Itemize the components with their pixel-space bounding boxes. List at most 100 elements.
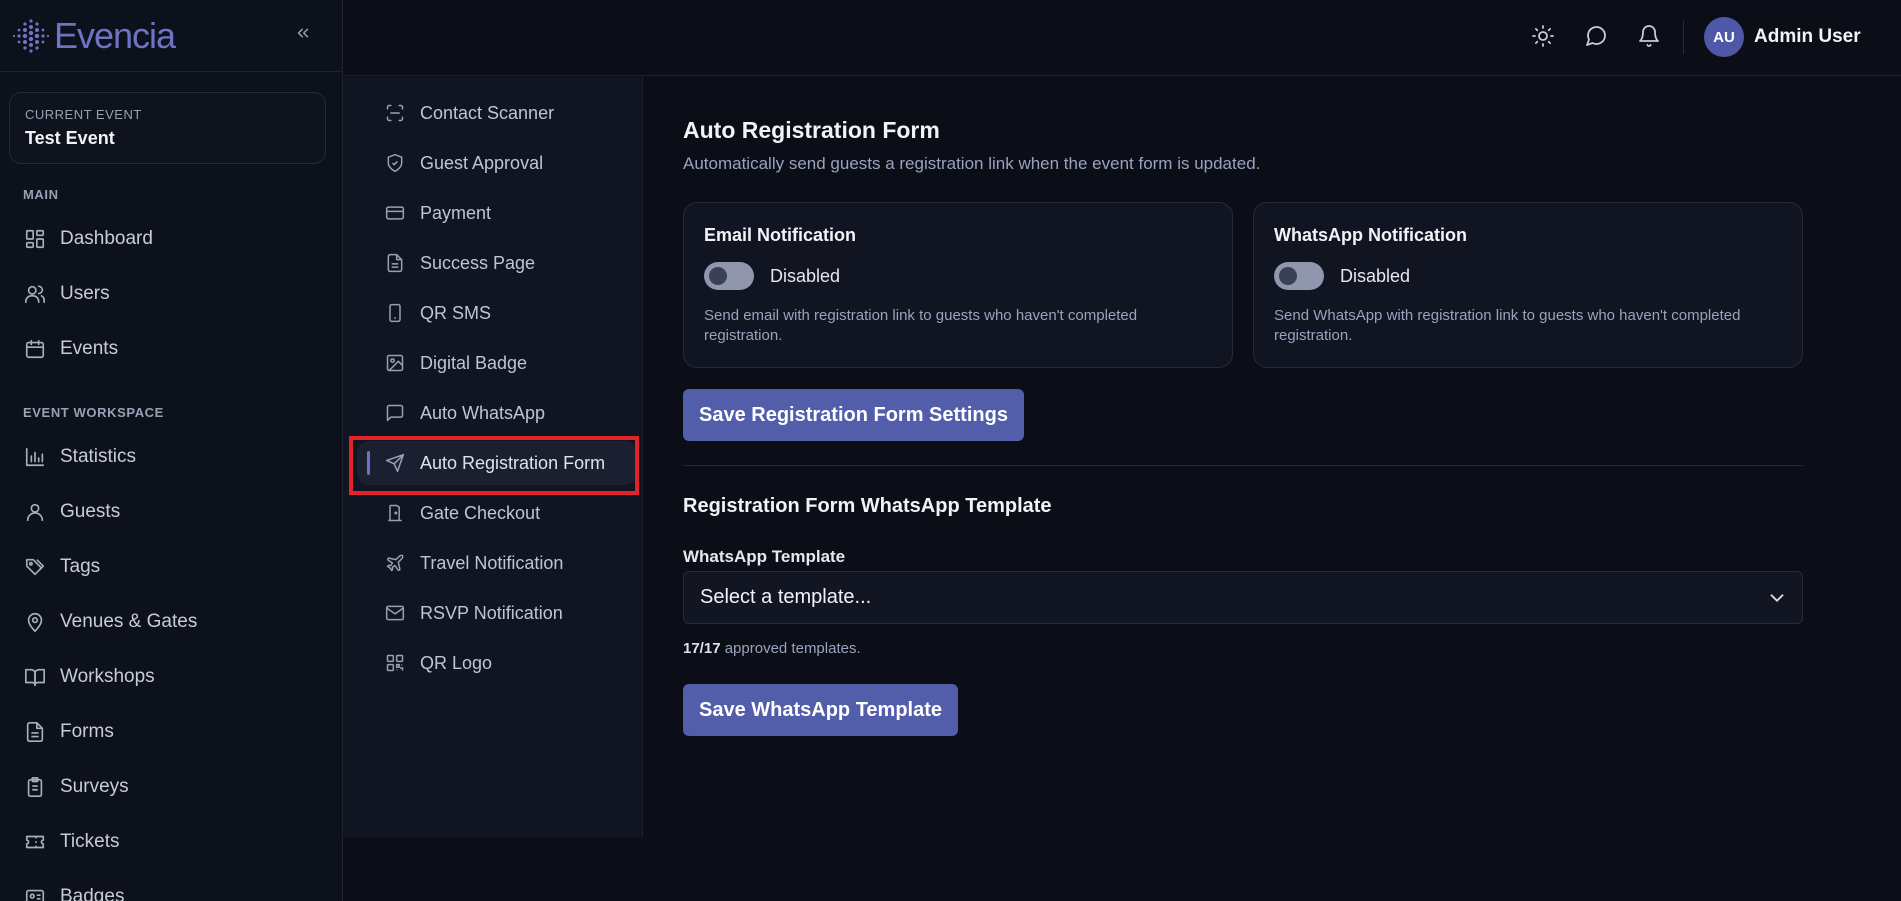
brand-logo-icon <box>12 18 50 53</box>
subnav-item-label: Travel Notification <box>420 552 564 573</box>
brand-name: Evencia <box>54 14 176 56</box>
sidebar-item-guests[interactable]: Guests <box>24 495 120 529</box>
whatsapp-card-title: WhatsApp Notification <box>1274 225 1467 245</box>
page-description: Automatically send guests a registration… <box>683 154 1261 173</box>
subnav-item-qr-sms[interactable]: QR SMS <box>357 291 637 335</box>
map-pin-icon <box>27 612 43 633</box>
sidebar-item-label: Surveys <box>60 776 129 797</box>
sidebar-item-label: Tickets <box>60 831 120 852</box>
topbar-divider <box>1683 20 1684 54</box>
subnav-item-label: Guest Approval <box>420 152 544 173</box>
email-card-hint: Send email with registration link to gue… <box>704 307 1138 344</box>
dashboard-icon <box>25 229 45 249</box>
door-icon <box>388 504 402 522</box>
sun-icon[interactable] <box>1531 24 1555 48</box>
subnav-item-label: Auto WhatsApp <box>420 402 546 423</box>
sidebar-item-label: Badges <box>60 886 125 901</box>
subnav-item-label: QR Logo <box>420 652 493 673</box>
page-title: Auto Registration Form <box>683 117 940 143</box>
ticket-icon <box>25 835 45 849</box>
whatsapp-template-select[interactable]: Select a template... <box>683 571 1803 624</box>
subnav-item-rsvp-notification[interactable]: RSVP Notification <box>357 591 637 635</box>
subnav-item-label: Payment <box>420 202 492 223</box>
email-card-title: Email Notification <box>704 225 857 245</box>
subnav-item-label: QR SMS <box>420 302 492 323</box>
save-whatsapp-template-button[interactable]: Save WhatsApp Template <box>683 684 959 736</box>
subnav-item-success-page[interactable]: Success Page <box>357 241 637 285</box>
shield-check-icon <box>387 153 403 173</box>
sidebar-item-label: Events <box>60 338 119 359</box>
current-event-caption: CURRENT EVENT <box>25 107 142 122</box>
section-main-caption: MAIN <box>23 187 59 202</box>
message-circle-icon[interactable] <box>1584 24 1608 48</box>
smartphone-icon <box>389 303 401 323</box>
credit-card-icon <box>385 206 405 220</box>
file-text-icon <box>26 722 44 742</box>
sidebar-item-label: Workshops <box>60 666 155 687</box>
file-text-icon <box>387 253 403 273</box>
sidebar-item-label: Guests <box>60 501 121 522</box>
sidebar-item-label: Dashboard <box>60 228 153 249</box>
bell-icon[interactable] <box>1637 24 1661 48</box>
avatar[interactable]: AU <box>1704 17 1744 57</box>
whatsapp-notification-toggle[interactable] <box>1274 262 1324 290</box>
sidebar-item-label: Forms <box>60 721 114 742</box>
section-workspace-caption: EVENT WORKSPACE <box>23 405 164 420</box>
tags-icon <box>25 558 45 576</box>
subnav-item-label: Gate Checkout <box>420 502 541 523</box>
subnav-item-gate-checkout[interactable]: Gate Checkout <box>357 491 637 535</box>
subnav-item-label: Success Page <box>420 252 536 273</box>
sidebar-item-badges[interactable]: Badges <box>24 880 124 901</box>
sidebar-item-forms[interactable]: Forms <box>24 715 114 749</box>
user-name[interactable]: Admin User <box>1754 26 1861 48</box>
user-icon <box>26 503 44 522</box>
top-bar: AU Admin User <box>343 0 1901 76</box>
save-registration-form-settings-button[interactable]: Save Registration Form Settings <box>683 389 1024 441</box>
sidebar-item-statistics[interactable]: Statistics <box>24 440 136 474</box>
sidebar-item-tickets[interactable]: Tickets <box>24 825 119 859</box>
subnav-item-auto-whatsapp[interactable]: Auto WhatsApp <box>357 391 637 435</box>
subnav-item-guest-approval[interactable]: Guest Approval <box>357 141 637 185</box>
brand: Evencia <box>0 0 342 72</box>
collapse-sidebar-button[interactable] <box>290 20 316 46</box>
sidebar-item-surveys[interactable]: Surveys <box>24 770 129 804</box>
email-notification-toggle[interactable] <box>704 262 754 290</box>
image-icon <box>386 354 404 372</box>
sidebar-item-users[interactable]: Users <box>24 277 110 311</box>
sidebar-item-label: Venues & Gates <box>60 611 198 632</box>
whatsapp-toggle-state: Disabled <box>1340 265 1411 286</box>
subnav-item-payment[interactable]: Payment <box>357 191 637 235</box>
section-divider <box>683 465 1803 466</box>
message-square-icon <box>386 404 404 422</box>
current-event-name: Test Event <box>25 128 115 148</box>
subnav-item-label: Contact Scanner <box>420 102 555 123</box>
sidebar-item-workshops[interactable]: Workshops <box>24 660 155 694</box>
subnav-item-qr-logo[interactable]: QR Logo <box>357 641 637 685</box>
subnav-item-label: RSVP Notification <box>420 602 563 623</box>
clipboard-icon <box>27 777 43 797</box>
sidebar-item-label: Users <box>60 283 110 304</box>
scan-icon <box>386 104 404 122</box>
sidebar-item-venues-gates[interactable]: Venues & Gates <box>24 605 197 639</box>
subnav-item-digital-badge[interactable]: Digital Badge <box>357 341 637 385</box>
sidebar-item-dashboard[interactable]: Dashboard <box>24 222 153 256</box>
email-toggle-state: Disabled <box>770 265 841 286</box>
book-open-icon <box>25 668 45 687</box>
sidebar-item-label: Tags <box>60 556 101 577</box>
approved-count-suffix: approved templates. <box>720 640 861 657</box>
chevron-down-icon <box>1770 594 1784 602</box>
sidebar-item-tags[interactable]: Tags <box>24 550 100 584</box>
subnav-item-label: Digital Badge <box>420 352 528 373</box>
chevrons-left-icon <box>297 28 309 38</box>
subnav-item-contact-scanner[interactable]: Contact Scanner <box>357 91 637 135</box>
qr-code-icon <box>386 654 404 672</box>
mail-icon <box>385 605 405 621</box>
subnav-item-travel-notification[interactable]: Travel Notification <box>357 541 637 585</box>
whatsapp-card-hint: Send WhatsApp with registration link to … <box>1274 307 1741 344</box>
sidebar-item-label: Statistics <box>60 446 137 467</box>
template-section-title: Registration Form WhatsApp Template <box>683 495 1052 517</box>
sidebar-item-events[interactable]: Events <box>24 332 118 366</box>
current-event-selector[interactable]: CURRENT EVENT Test Event <box>9 92 326 164</box>
highlight-annotation <box>349 436 639 495</box>
users-icon <box>25 285 45 304</box>
